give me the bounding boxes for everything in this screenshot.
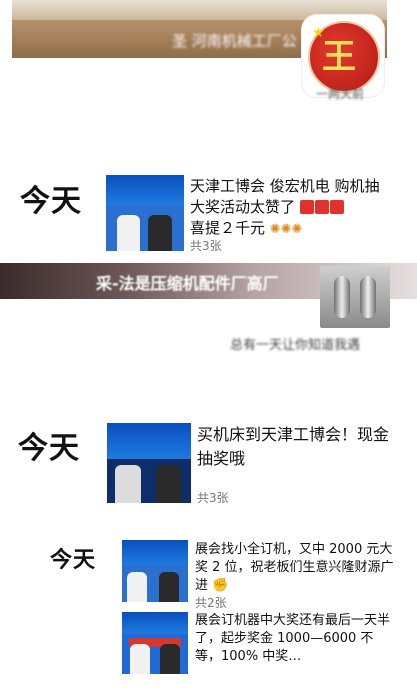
avatar-note: 一两天前: [316, 87, 365, 101]
thumbnail-person: [160, 644, 181, 674]
thumbnail-person: [116, 214, 141, 251]
thumbnail-person: [158, 572, 179, 602]
post-text-line: 喜提２千元: [190, 219, 266, 237]
photo-count: 共3张: [190, 239, 222, 253]
red-envelope-icon: [314, 200, 329, 214]
day-label: 今天: [20, 184, 82, 219]
day-label: 今天: [50, 548, 97, 573]
video-thumbnail[interactable]: [320, 266, 390, 328]
photo-count: 共3张: [197, 491, 229, 505]
post-thumbnail[interactable]: [107, 423, 191, 503]
video-thumbnail-object: [334, 276, 350, 318]
video-caption: 采-法是压缩机配件厂高厂: [96, 274, 279, 293]
thumbnail-person: [127, 572, 148, 602]
thumbnail-person: [155, 464, 181, 503]
handshake-icon: ✊: [212, 578, 229, 593]
post-text[interactable]: 天津工博会 俊宏机电 购机抽大奖活动太赞了 喜提２千元 ✺✺✺: [190, 176, 390, 240]
post-text[interactable]: 买机床到天津工博会！现金抽奖哦: [197, 423, 397, 471]
cover-caption: 圣 河南机械工厂公: [172, 32, 297, 50]
red-envelope-icon: [329, 200, 344, 214]
photo-count: 共2张: [195, 596, 227, 610]
firecracker-icon: ✺✺✺: [269, 222, 303, 237]
post-text[interactable]: 展会订机器中大奖还有最后一天半了，起步奖金 1000—6000 不等，100% …: [195, 612, 395, 666]
post-text[interactable]: 展会找小全订机，又中 2000 元大奖 2 位，祝老板们生意兴隆财源广进 ✊: [195, 541, 395, 595]
post-thumbnail[interactable]: [106, 175, 184, 251]
red-envelope-icon: [299, 200, 314, 214]
video-note: 总有一天让你知道我遇: [230, 338, 361, 353]
video-thumbnail-object: [360, 276, 376, 318]
thumbnail-banner: [106, 175, 184, 206]
post-thumbnail[interactable]: [122, 612, 188, 674]
thumbnail-person: [115, 464, 141, 503]
day-label: 今天: [18, 431, 80, 466]
thumbnail-banner: [107, 423, 191, 459]
post-text-line: 天津工博会 俊宏机电 购机抽大奖活动太赞了: [190, 177, 380, 216]
thumbnail-banner: [122, 612, 188, 634]
thumbnail-banner: [122, 540, 188, 565]
thumbnail-person: [148, 214, 172, 251]
avatar-glyph: 王: [322, 37, 356, 77]
post-thumbnail[interactable]: [122, 540, 188, 602]
thumbnail-person: [129, 644, 150, 674]
